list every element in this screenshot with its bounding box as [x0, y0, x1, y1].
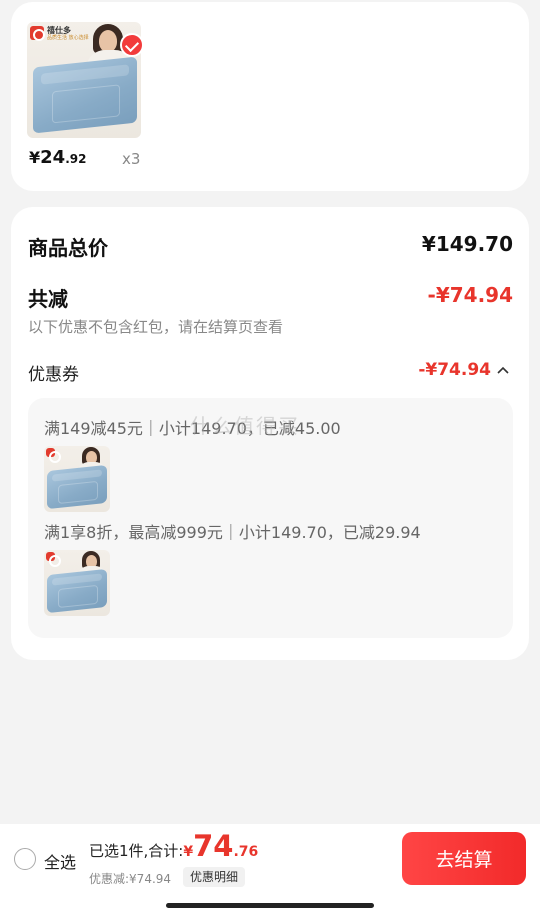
brand-logo-icon	[30, 26, 45, 41]
brand-slogan: 品质生活 放心选择	[47, 35, 89, 41]
brand-logo-icon	[46, 552, 61, 567]
coupon-label: 优惠券	[28, 365, 79, 385]
coupon-product-thumbnail	[44, 550, 110, 616]
select-all-radio[interactable]	[14, 848, 36, 870]
selected-items-card: 禧仕多 品质生活 放心选择 ¥24.92 x3	[11, 2, 529, 191]
total-int: 74	[193, 829, 234, 863]
selected-total: 已选1件,合计: ¥ 74 .76	[89, 832, 258, 861]
storage-box-image	[33, 56, 137, 134]
total-label: 商品总价	[28, 236, 108, 260]
watermark: 什么值得买	[190, 414, 300, 438]
chevron-up-icon	[497, 366, 509, 374]
select-all-label[interactable]: 全选	[44, 849, 76, 873]
model-face	[99, 30, 117, 52]
checked-icon[interactable]	[120, 33, 144, 57]
discount-value: -¥74.94	[427, 283, 513, 307]
coupon-toggle[interactable]: -¥74.94	[418, 360, 509, 380]
item-price: ¥24.92	[29, 147, 87, 168]
brand-logo-icon	[46, 448, 61, 463]
discount-detail-button[interactable]: 优惠明细	[183, 867, 246, 887]
total-value: ¥149.70	[421, 232, 513, 256]
coupon-product-thumbnail	[44, 446, 110, 512]
coupon-rule: 满1享8折，最高减999元｜小计149.70，已减29.94	[44, 523, 421, 542]
coupon-value: -¥74.94	[418, 360, 491, 380]
discount-label: 共减	[28, 287, 68, 311]
item-quantity: x3	[122, 150, 141, 168]
checkout-button[interactable]: 去结算	[402, 832, 526, 885]
discount-summary: 优惠减:¥74.94	[89, 872, 172, 886]
storage-box-image	[47, 464, 107, 510]
discount-note: 以下优惠不包含红包，请在结算页查看	[28, 318, 284, 336]
total-symbol: ¥	[183, 844, 194, 860]
brand-name: 禧仕多	[47, 26, 71, 35]
total-dec: .76	[233, 844, 259, 860]
storage-box-image	[47, 568, 107, 614]
home-indicator[interactable]	[166, 903, 374, 908]
selected-count-text: 已选1件,合计:	[89, 842, 184, 860]
